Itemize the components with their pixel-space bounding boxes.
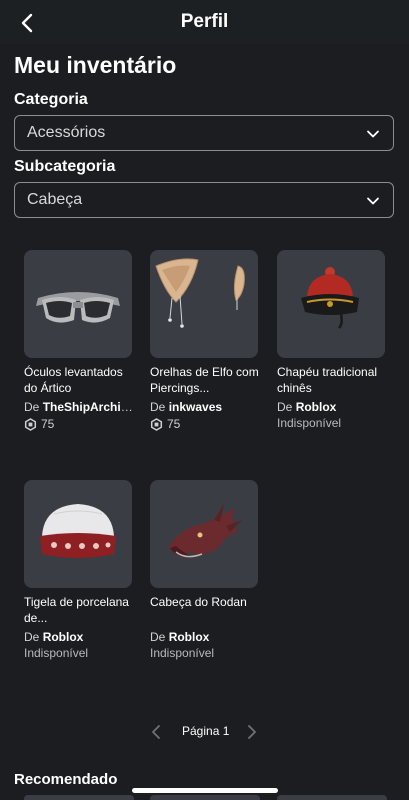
page-title: Meu inventário bbox=[14, 52, 177, 78]
item-price: 75 bbox=[150, 417, 260, 431]
item-card[interactable]: Tigela de porcelana de... De Roblox Indi… bbox=[24, 480, 134, 660]
item-name: Orelhas de Elfo com Piercings... bbox=[150, 365, 259, 395]
previous-page-button[interactable] bbox=[150, 724, 164, 740]
item-card[interactable]: Chapéu tradicional chinês De Roblox Indi… bbox=[277, 250, 387, 430]
item-creator: De Roblox bbox=[150, 630, 210, 644]
item-name: Chapéu tradicional chinês bbox=[277, 365, 378, 395]
recommended-item-thumbnail[interactable] bbox=[277, 795, 387, 800]
item-thumbnail bbox=[150, 480, 258, 588]
item-status: Indisponível bbox=[277, 416, 342, 430]
item-thumbnail bbox=[24, 250, 132, 358]
item-card[interactable]: Cabeça do Rodan De Roblox Indisponível bbox=[150, 480, 260, 660]
subcategory-select[interactable]: Cabeça bbox=[14, 182, 394, 218]
chevron-down-icon bbox=[367, 197, 379, 205]
robux-icon bbox=[150, 417, 163, 431]
recommended-item-thumbnail[interactable] bbox=[24, 795, 134, 800]
porcelain-bowl-icon bbox=[40, 504, 116, 558]
item-creator: De Roblox bbox=[24, 630, 84, 644]
category-label: Categoria bbox=[14, 91, 88, 108]
subcategory-value: Cabeça bbox=[27, 191, 83, 208]
chinese-hat-icon bbox=[301, 267, 359, 329]
item-creator: De TheShipArchit... bbox=[24, 400, 134, 414]
subcategory-label: Subcategoria bbox=[14, 158, 116, 175]
elf-ears-icon bbox=[155, 258, 245, 328]
item-card[interactable]: Orelhas de Elfo com Piercings... De inkw… bbox=[150, 250, 260, 431]
item-creator: De Roblox bbox=[277, 400, 337, 414]
header-title: Perfil bbox=[180, 11, 229, 32]
recommended-title: Recomendado bbox=[14, 771, 118, 788]
item-creator: De inkwaves bbox=[150, 400, 223, 414]
rodan-head-icon bbox=[168, 504, 242, 558]
item-card[interactable]: Óculos levantados do Ártico De TheShipAr… bbox=[24, 250, 134, 431]
category-select[interactable]: Acessórios bbox=[14, 115, 394, 151]
chevron-down-icon bbox=[367, 130, 379, 138]
pagination: Página 1 bbox=[0, 722, 409, 742]
item-thumbnail bbox=[24, 480, 132, 588]
robux-icon bbox=[24, 417, 37, 431]
item-price: 75 bbox=[24, 417, 134, 431]
goggles-icon bbox=[36, 292, 120, 323]
item-thumbnail bbox=[150, 250, 258, 358]
item-name: Óculos levantados do Ártico bbox=[24, 365, 123, 395]
item-name: Cabeça do Rodan bbox=[150, 595, 247, 609]
item-name: Tigela de porcelana de... bbox=[24, 595, 129, 625]
item-thumbnail bbox=[277, 250, 385, 358]
category-value: Acessórios bbox=[27, 124, 106, 141]
page-indicator: Página 1 bbox=[182, 724, 230, 738]
next-page-button[interactable] bbox=[244, 724, 258, 740]
top-bar: Perfil bbox=[0, 0, 409, 44]
home-indicator[interactable] bbox=[132, 788, 278, 793]
item-status: Indisponível bbox=[24, 646, 89, 660]
item-status: Indisponível bbox=[150, 646, 215, 660]
recommended-item-thumbnail[interactable] bbox=[150, 795, 260, 800]
